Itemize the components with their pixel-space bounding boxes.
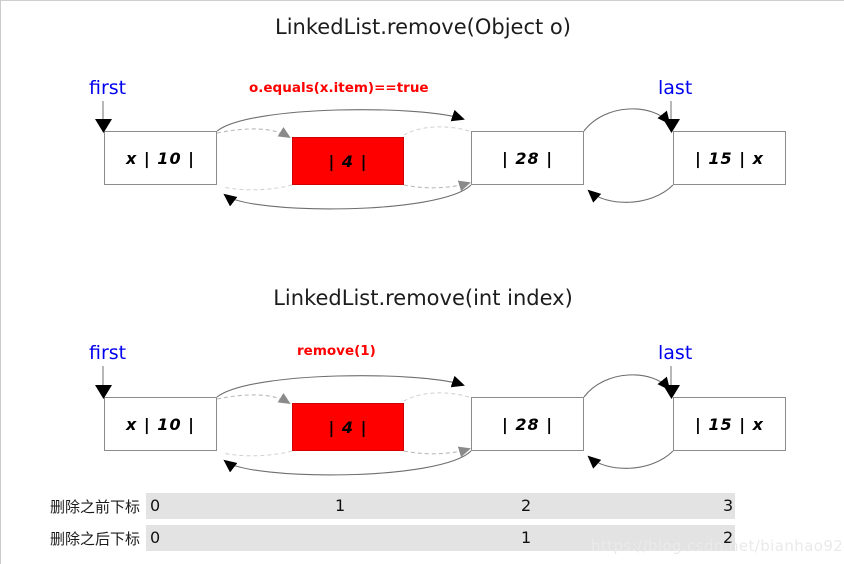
index-row-bar-before bbox=[146, 493, 735, 519]
node-box-2-3: | 28 | bbox=[471, 397, 584, 451]
node-box-2-4: | 15 | x bbox=[673, 397, 786, 451]
node-text: | 4 | bbox=[328, 151, 368, 171]
index-value-before-1: 1 bbox=[335, 496, 346, 515]
index-value-after-0: 0 bbox=[150, 528, 161, 547]
node-box-1-4: | 15 | x bbox=[673, 131, 786, 185]
annotation-equals-condition: o.equals(x.item)==true bbox=[249, 80, 429, 96]
bypass-next-curve-1 bbox=[216, 109, 465, 132]
old-fwd-dashed-1 bbox=[403, 126, 470, 136]
first-pointer-label-1: first bbox=[89, 77, 127, 99]
node-text: | 4 | bbox=[328, 417, 368, 437]
index-row-label-before: 删除之前下标 bbox=[49, 498, 140, 516]
node-text: | 15 | x bbox=[695, 148, 764, 168]
section-title-remove-object: LinkedList.remove(Object o) bbox=[275, 15, 571, 39]
link-prev-4-3-1 bbox=[587, 184, 674, 203]
node-text: | 15 | x bbox=[695, 414, 764, 434]
link-next-3-4-2 bbox=[583, 374, 671, 398]
node-text: x | 10 | bbox=[126, 414, 195, 434]
link-prev-4-3-2 bbox=[587, 450, 674, 469]
old-next-dashed-2 bbox=[216, 393, 291, 405]
section-title-remove-index: LinkedList.remove(int index) bbox=[273, 286, 573, 310]
watermark-text: https://blog.csdn.net/bianhao92115 bbox=[591, 537, 844, 555]
bypass-next-curve-2 bbox=[216, 375, 465, 398]
node-text: | 28 | bbox=[501, 148, 554, 168]
annotation-remove-index: remove(1) bbox=[297, 343, 376, 359]
node-text: | 28 | bbox=[501, 414, 554, 434]
index-value-before-2: 2 bbox=[521, 496, 532, 515]
old-fwd-dashed-2 bbox=[403, 392, 470, 402]
old-back-dashed-1 bbox=[222, 184, 293, 191]
node-box-1-1: x | 10 | bbox=[104, 131, 217, 185]
link-next-3-4-1 bbox=[583, 108, 671, 132]
last-pointer-label-2: last bbox=[658, 342, 693, 364]
index-value-before-0: 0 bbox=[150, 496, 161, 515]
old-prev-dashed-1 bbox=[403, 180, 471, 192]
bypass-prev-curve-1 bbox=[223, 184, 472, 210]
old-next-dashed-1 bbox=[216, 127, 291, 139]
bypass-prev-curve-2 bbox=[223, 450, 472, 476]
diagram-canvas: LinkedList.remove(Object o) first o.equa… bbox=[0, 0, 844, 564]
index-value-before-3: 3 bbox=[723, 496, 734, 515]
index-value-after-1: 1 bbox=[521, 528, 532, 547]
old-prev-dashed-2 bbox=[403, 446, 471, 458]
node-box-2-2-removed: | 4 | bbox=[292, 403, 404, 451]
node-box-1-2-removed: | 4 | bbox=[292, 137, 404, 185]
first-pointer-label-2: first bbox=[89, 342, 127, 364]
node-box-2-1: x | 10 | bbox=[104, 397, 217, 451]
old-back-dashed-2 bbox=[222, 450, 293, 457]
node-text: x | 10 | bbox=[126, 148, 195, 168]
last-pointer-label-1: last bbox=[658, 77, 693, 99]
index-row-label-after: 删除之后下标 bbox=[49, 530, 140, 548]
node-box-1-3: | 28 | bbox=[471, 131, 584, 185]
